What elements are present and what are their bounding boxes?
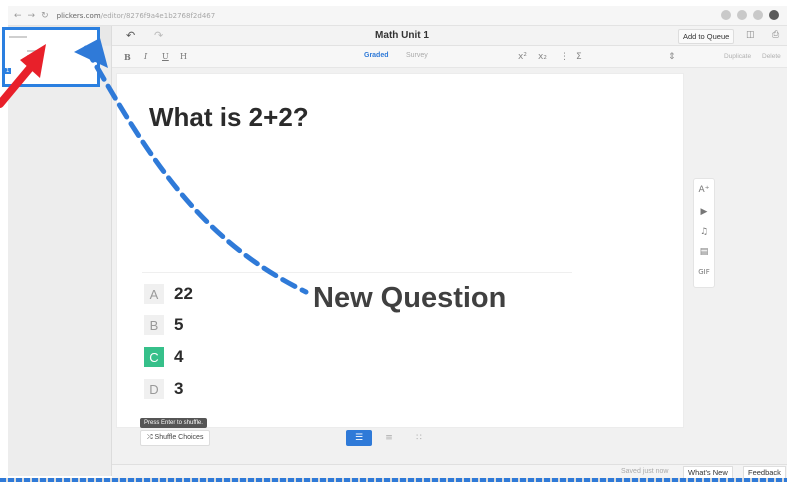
thumbnail-choice-line	[27, 50, 37, 52]
thumbnail-text-line	[9, 36, 27, 38]
save-status: Saved just now	[621, 468, 669, 475]
shuffle-tooltip: Press Enter to shuffle.	[140, 418, 207, 428]
bold-button[interactable]: B	[124, 52, 131, 62]
choice-letter[interactable]: D	[144, 379, 164, 399]
forward-icon[interactable]: →	[28, 11, 36, 21]
code-icon[interactable]: ⋮	[560, 52, 569, 62]
underline-button[interactable]: U	[162, 52, 169, 61]
italic-button[interactable]: I	[144, 52, 147, 61]
layout-list-icon[interactable]: ☰	[346, 430, 372, 446]
choice-a[interactable]: A 22	[144, 282, 193, 306]
choice-letter-correct[interactable]: C	[144, 347, 164, 367]
layout-stacked-icon[interactable]: ≡	[376, 430, 402, 446]
shuffle-label: Shuffle Choices	[154, 434, 204, 441]
back-icon[interactable]: ←	[14, 11, 22, 21]
set-title[interactable]: Math Unit 1	[112, 30, 692, 41]
subscript-icon[interactable]: x₂	[538, 52, 547, 62]
equation-icon[interactable]: Σ	[576, 52, 582, 62]
editor-footer: Saved just now What's New Feedback	[112, 464, 787, 479]
shuffle-icon: ⤮	[147, 434, 155, 441]
shuffle-choices-button[interactable]: ⤮ Shuffle Choices	[140, 430, 211, 446]
choice-text[interactable]: 22	[174, 284, 193, 304]
slide-number: 1	[4, 68, 12, 74]
highlight-button[interactable]: H	[180, 52, 187, 61]
media-panel: A⁺ ▶ ♫ ▤ GIF	[693, 178, 715, 288]
profile-icon[interactable]	[769, 10, 779, 20]
print-icon[interactable]: ⎙	[772, 30, 779, 40]
extension-icon[interactable]	[721, 10, 731, 20]
superscript-icon[interactable]: x²	[518, 52, 527, 62]
graded-toggle[interactable]: Graded	[364, 52, 389, 59]
slide-thumbnail[interactable]: 1	[2, 27, 100, 87]
format-toolbar: B I U H Graded Survey x² x₂ ⋮ Σ ⇕ Duplic…	[112, 46, 787, 68]
layout-grid-icon[interactable]: ∷	[406, 430, 432, 446]
survey-toggle[interactable]: Survey	[406, 52, 428, 59]
app-window: ← → ↻ plickers.com/editor/8276f9a4e1b276…	[0, 0, 787, 484]
extension-icon[interactable]	[737, 10, 747, 20]
url-host: plickers.com	[56, 11, 101, 20]
extension-icon[interactable]	[753, 10, 763, 20]
address-bar[interactable]: plickers.com/editor/8276f9a4e1b2768f2d46…	[57, 12, 216, 20]
layout-icon[interactable]: ⇕	[668, 52, 676, 62]
editor-topbar: ↶ ↷ Math Unit 1 Add to Queue ◫ ⎙	[112, 26, 787, 46]
progress-strip	[0, 478, 787, 482]
choice-b[interactable]: B 5	[144, 313, 183, 337]
duplicate-button[interactable]: Duplicate	[724, 53, 751, 60]
clipboard-icon[interactable]: ▤	[694, 247, 714, 257]
choice-text[interactable]: 3	[174, 379, 183, 399]
choice-letter[interactable]: A	[144, 284, 164, 304]
delete-button[interactable]: Delete	[762, 53, 781, 60]
thumbnail-choice-line	[27, 60, 37, 62]
video-icon[interactable]: ▶	[694, 207, 714, 217]
url-path: /editor/8276f9a4e1b2768f2d467	[100, 11, 216, 20]
choice-text[interactable]: 5	[174, 315, 183, 335]
gif-button[interactable]: GIF	[694, 268, 714, 276]
thumbnail-choice-line	[27, 65, 37, 67]
choices-divider	[142, 272, 572, 273]
sound-icon[interactable]: ♫	[694, 227, 714, 237]
add-to-queue-button[interactable]: Add to Queue	[678, 29, 735, 44]
browser-bar: ← → ↻ plickers.com/editor/8276f9a4e1b276…	[8, 6, 787, 26]
choice-d[interactable]: D 3	[144, 377, 183, 401]
extension-icons	[721, 10, 779, 20]
choice-letter[interactable]: B	[144, 315, 164, 335]
annotation-label: New Question	[313, 282, 507, 314]
choice-text[interactable]: 4	[174, 347, 183, 367]
reload-icon[interactable]: ↻	[41, 11, 49, 21]
choice-layout-switcher: ☰ ≡ ∷	[346, 430, 432, 446]
slide-sidebar: ▦ +	[8, 26, 112, 476]
thumbnail-choice-line	[27, 55, 37, 57]
choice-c[interactable]: C 4	[144, 345, 183, 369]
stats-icon[interactable]: ◫	[746, 30, 755, 40]
question-text[interactable]: What is 2+2?	[149, 102, 309, 133]
image-icon[interactable]: A⁺	[694, 185, 714, 195]
